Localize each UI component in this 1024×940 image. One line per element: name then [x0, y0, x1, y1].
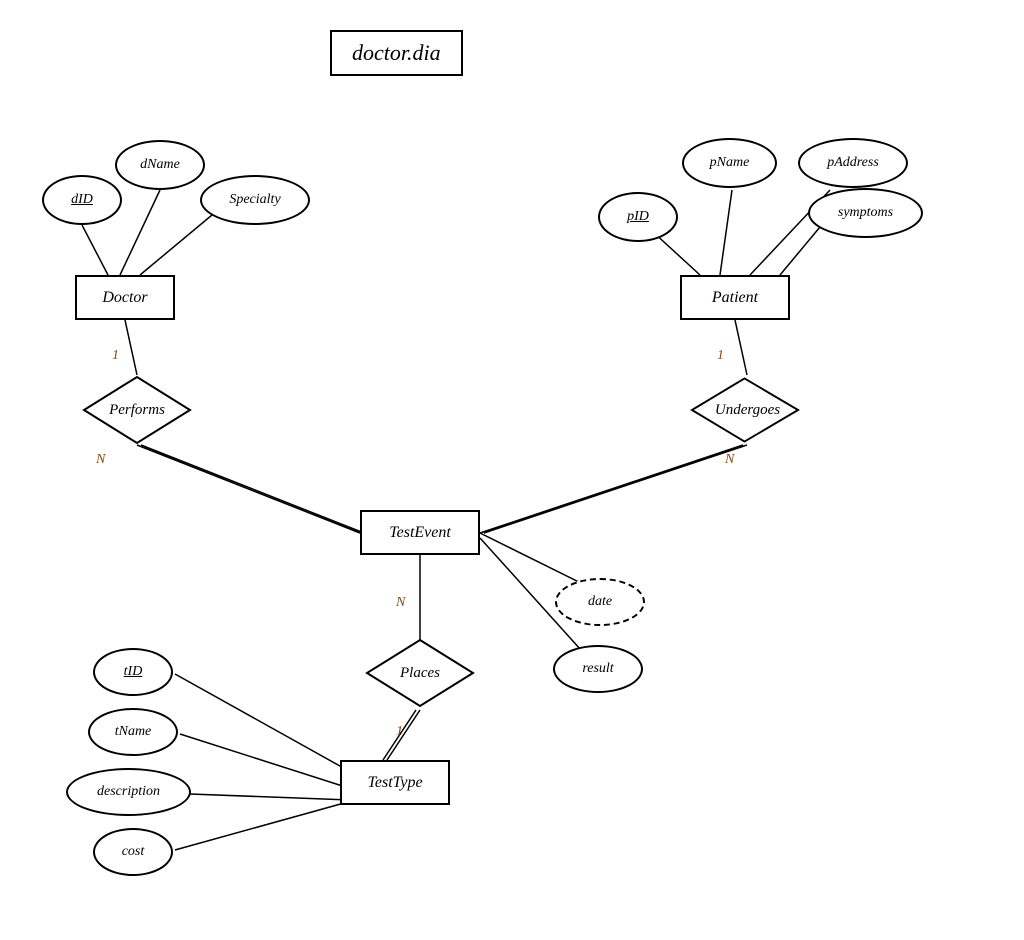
attr-cost: cost: [93, 828, 173, 876]
attr-result: result: [553, 645, 643, 693]
relationship-undergoes: [690, 375, 800, 445]
attr-date: date: [555, 578, 645, 626]
attr-specialty: Specialty: [200, 175, 310, 225]
entity-patient: Patient: [680, 275, 790, 320]
cardinality-performs-testevent: N: [96, 452, 105, 468]
attr-pAddress: pAddress: [798, 138, 908, 188]
attr-symptoms: symptoms: [808, 188, 923, 238]
entity-testtype: TestType: [340, 760, 450, 805]
diagram-title: doctor.dia: [330, 30, 463, 76]
attr-dName: dName: [115, 140, 205, 190]
attr-dID: dID: [42, 175, 122, 225]
cardinality-undergoes-testevent: N: [725, 452, 734, 468]
relationship-performs: [82, 375, 192, 445]
attr-tID: tID: [93, 648, 173, 696]
attr-description: description: [66, 768, 191, 816]
attr-pID: pID: [598, 192, 678, 242]
cardinality-patient-undergoes: 1: [717, 348, 724, 364]
entity-doctor: Doctor: [75, 275, 175, 320]
attr-pName: pName: [682, 138, 777, 188]
cardinality-places-testtype: 1: [396, 724, 403, 740]
attr-tName: tName: [88, 708, 178, 756]
cardinality-doctor-performs: 1: [112, 348, 119, 364]
relationship-places: [365, 638, 475, 708]
entity-testevent: TestEvent: [360, 510, 480, 555]
cardinality-testevent-places: N: [396, 595, 405, 611]
